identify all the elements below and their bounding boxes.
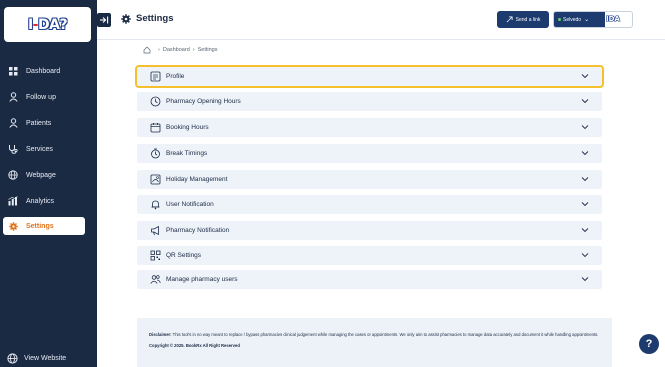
timer-icon — [149, 148, 161, 160]
sidebar-item-services[interactable]: Services — [3, 140, 85, 158]
sidebar-item-label: Services — [26, 145, 53, 153]
megaphone-icon — [149, 225, 161, 237]
sidebar-item-label: Follow up — [26, 93, 56, 101]
clock-icon — [149, 96, 161, 108]
profile-icon — [149, 71, 161, 83]
user-icon — [8, 118, 18, 128]
section-pharmacy-notification[interactable]: Pharmacy Notification — [137, 221, 602, 240]
breadcrumb: › Dashboard › Settings — [143, 46, 217, 54]
send-link-button[interactable]: Send a link — [497, 11, 549, 28]
account-select[interactable]: Selvedo ⌄ — [554, 12, 605, 27]
ida-logo[interactable]: I-DA? — [4, 7, 91, 42]
users-icon — [149, 274, 161, 286]
chevron-down-icon — [581, 125, 589, 130]
status-dot — [558, 18, 561, 21]
help-button[interactable]: ? — [639, 334, 659, 354]
gear-icon — [8, 221, 18, 231]
section-label: Booking Hours — [166, 124, 209, 131]
collapse-icon — [100, 16, 109, 24]
section-label: Pharmacy Notification — [166, 227, 230, 234]
view-website-label: View Website — [24, 355, 67, 362]
user-icon — [8, 92, 18, 102]
dashboard-icon — [8, 66, 18, 76]
sidebar-item-dashboard[interactable]: Dashboard — [3, 62, 85, 80]
sidebar: I-DA? Dashboard Follow up Patients Servi… — [0, 0, 97, 367]
breadcrumb-separator: › — [158, 47, 160, 53]
section-label: Pharmacy Opening Hours — [166, 98, 241, 105]
top-bar: Settings Send a link Selvedo ⌄ IDA — [97, 0, 665, 40]
copyright: Copyright © 2025. BookRx All Right Reser… — [149, 343, 240, 348]
sidebar-item-analytics[interactable]: Analytics — [3, 192, 85, 210]
section-label: QR Settings — [166, 252, 202, 259]
section-label: Manage pharmacy users — [166, 276, 238, 283]
section-holiday-management[interactable]: Holiday Management — [137, 170, 602, 189]
section-label: Break Timings — [166, 150, 208, 157]
sidebar-item-follow-up[interactable]: Follow up — [3, 88, 85, 106]
section-label: Profile — [166, 73, 185, 80]
view-website-link[interactable]: View Website — [7, 353, 66, 364]
sidebar-item-label: Settings — [26, 222, 54, 230]
sidebar-item-label: Patients — [26, 119, 52, 127]
gear-icon — [121, 13, 131, 24]
chevron-down-icon — [581, 202, 589, 207]
qr-code-icon — [149, 250, 161, 262]
stethoscope-icon — [8, 144, 18, 154]
sidebar-item-webpage[interactable]: Webpage — [3, 166, 85, 184]
help-icon: ? — [645, 338, 653, 350]
sidebar-item-label: Dashboard — [26, 67, 61, 75]
section-qr-settings[interactable]: QR Settings — [137, 246, 602, 265]
globe-icon — [7, 353, 18, 364]
disclaimer-label: Disclaimer: — [149, 332, 172, 337]
chevron-down-icon — [581, 99, 589, 104]
sidebar-item-label: Analytics — [26, 197, 55, 205]
collapse-sidebar-button[interactable] — [97, 13, 111, 27]
account-switcher[interactable]: Selvedo ⌄ IDA — [553, 11, 633, 28]
holiday-icon — [149, 174, 161, 186]
bell-icon — [149, 199, 161, 211]
section-pharmacy-opening-hours[interactable]: Pharmacy Opening Hours — [137, 92, 602, 111]
section-manage-pharmacy-users[interactable]: Manage pharmacy users — [137, 270, 602, 289]
globe-icon — [8, 170, 18, 180]
section-profile[interactable]: Profile — [135, 65, 604, 88]
section-label: User Notification — [166, 201, 214, 208]
page-title-text: Settings — [136, 13, 174, 24]
section-label: Holiday Management — [166, 176, 228, 183]
sidebar-item-patients[interactable]: Patients — [3, 114, 85, 132]
chevron-down-icon — [581, 74, 589, 79]
sidebar-item-label: Webpage — [26, 171, 56, 179]
breadcrumb-current: Settings — [197, 47, 218, 53]
breadcrumb-separator: › — [192, 47, 195, 53]
section-booking-hours[interactable]: Booking Hours — [137, 118, 602, 137]
main-content: › Dashboard › Settings Profile Pharmacy … — [97, 40, 665, 367]
footer-disclaimer: Disclaimer: This tool's in no way meant … — [137, 318, 612, 367]
chevron-down-icon — [581, 253, 589, 258]
calendar-icon — [149, 122, 161, 134]
home-icon[interactable] — [143, 46, 151, 54]
account-logo: IDA — [606, 15, 620, 23]
send-link-label: Send a link — [515, 16, 541, 23]
chevron-down-icon — [581, 151, 589, 156]
link-icon — [506, 16, 513, 23]
chevron-down-icon: ⌄ — [584, 17, 590, 23]
chevron-down-icon — [581, 228, 589, 233]
chevron-down-icon — [581, 277, 589, 282]
analytics-icon — [8, 196, 18, 206]
account-name: Selvedo — [563, 16, 582, 23]
page-title: Settings — [121, 13, 173, 24]
chevron-down-icon — [581, 177, 589, 182]
logo-text: I-DA? — [27, 16, 68, 33]
disclaimer-body: This tool's in no way meant to replace /… — [171, 332, 599, 337]
section-break-timings[interactable]: Break Timings — [137, 144, 602, 163]
breadcrumb-dashboard[interactable]: Dashboard — [163, 47, 190, 53]
disclaimer-text: Disclaimer: This tool's in no way meant … — [149, 332, 600, 338]
section-user-notification[interactable]: User Notification — [137, 195, 602, 214]
sidebar-item-settings[interactable]: Settings — [3, 217, 85, 235]
